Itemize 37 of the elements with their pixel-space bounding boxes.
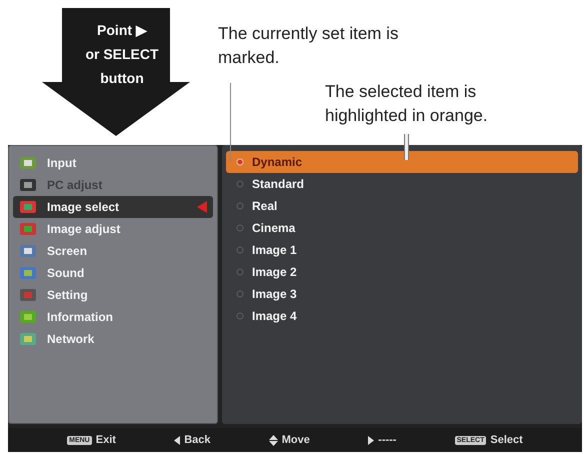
menu-icon: [19, 177, 37, 193]
menu-item[interactable]: Image adjust: [13, 218, 213, 240]
pointer-icon: [197, 201, 207, 213]
left-triangle-icon: [174, 436, 180, 444]
option-item[interactable]: Image 4: [226, 305, 578, 327]
menu-icon: [19, 199, 37, 215]
up-down-icon: [268, 434, 278, 446]
menu-icon: [19, 155, 37, 171]
option-item[interactable]: Image 1: [226, 239, 578, 261]
menu-item[interactable]: Sound: [13, 262, 213, 284]
menu-item[interactable]: Image select: [13, 196, 213, 218]
arrow-label: Point ▶ or SELECT button: [84, 21, 160, 88]
menu-icon: [19, 331, 37, 347]
menu-item[interactable]: Information: [13, 306, 213, 328]
menu-icon: [19, 265, 37, 281]
menu-icon: [19, 221, 37, 237]
menu-icon: [19, 243, 37, 259]
right-triangle-icon: [368, 436, 374, 444]
menu-item[interactable]: Network: [13, 328, 213, 350]
menu-item[interactable]: Setting: [13, 284, 213, 306]
option-item[interactable]: Real: [226, 195, 578, 217]
hint-text: Move: [282, 434, 310, 446]
annotation-text: The currently set item is marked.: [218, 23, 400, 69]
menu-icon: [19, 287, 37, 303]
hint-text: Exit: [96, 434, 116, 446]
hint-text: Back: [184, 434, 210, 446]
annotation-text: The selected item is highlighted in orange.: [325, 81, 489, 127]
option-item[interactable]: Dynamic: [226, 151, 578, 173]
hint-text: Select: [490, 434, 523, 446]
option-item[interactable]: Standard: [226, 173, 578, 195]
menu-icon: [19, 309, 37, 325]
hint-text: -----: [378, 434, 396, 446]
option-item[interactable]: Image 3: [226, 283, 578, 305]
menu-item[interactable]: Input: [13, 152, 213, 174]
option-item[interactable]: Cinema: [226, 217, 578, 239]
menu-item[interactable]: Screen: [13, 240, 213, 262]
option-item[interactable]: Image 2: [226, 261, 578, 283]
